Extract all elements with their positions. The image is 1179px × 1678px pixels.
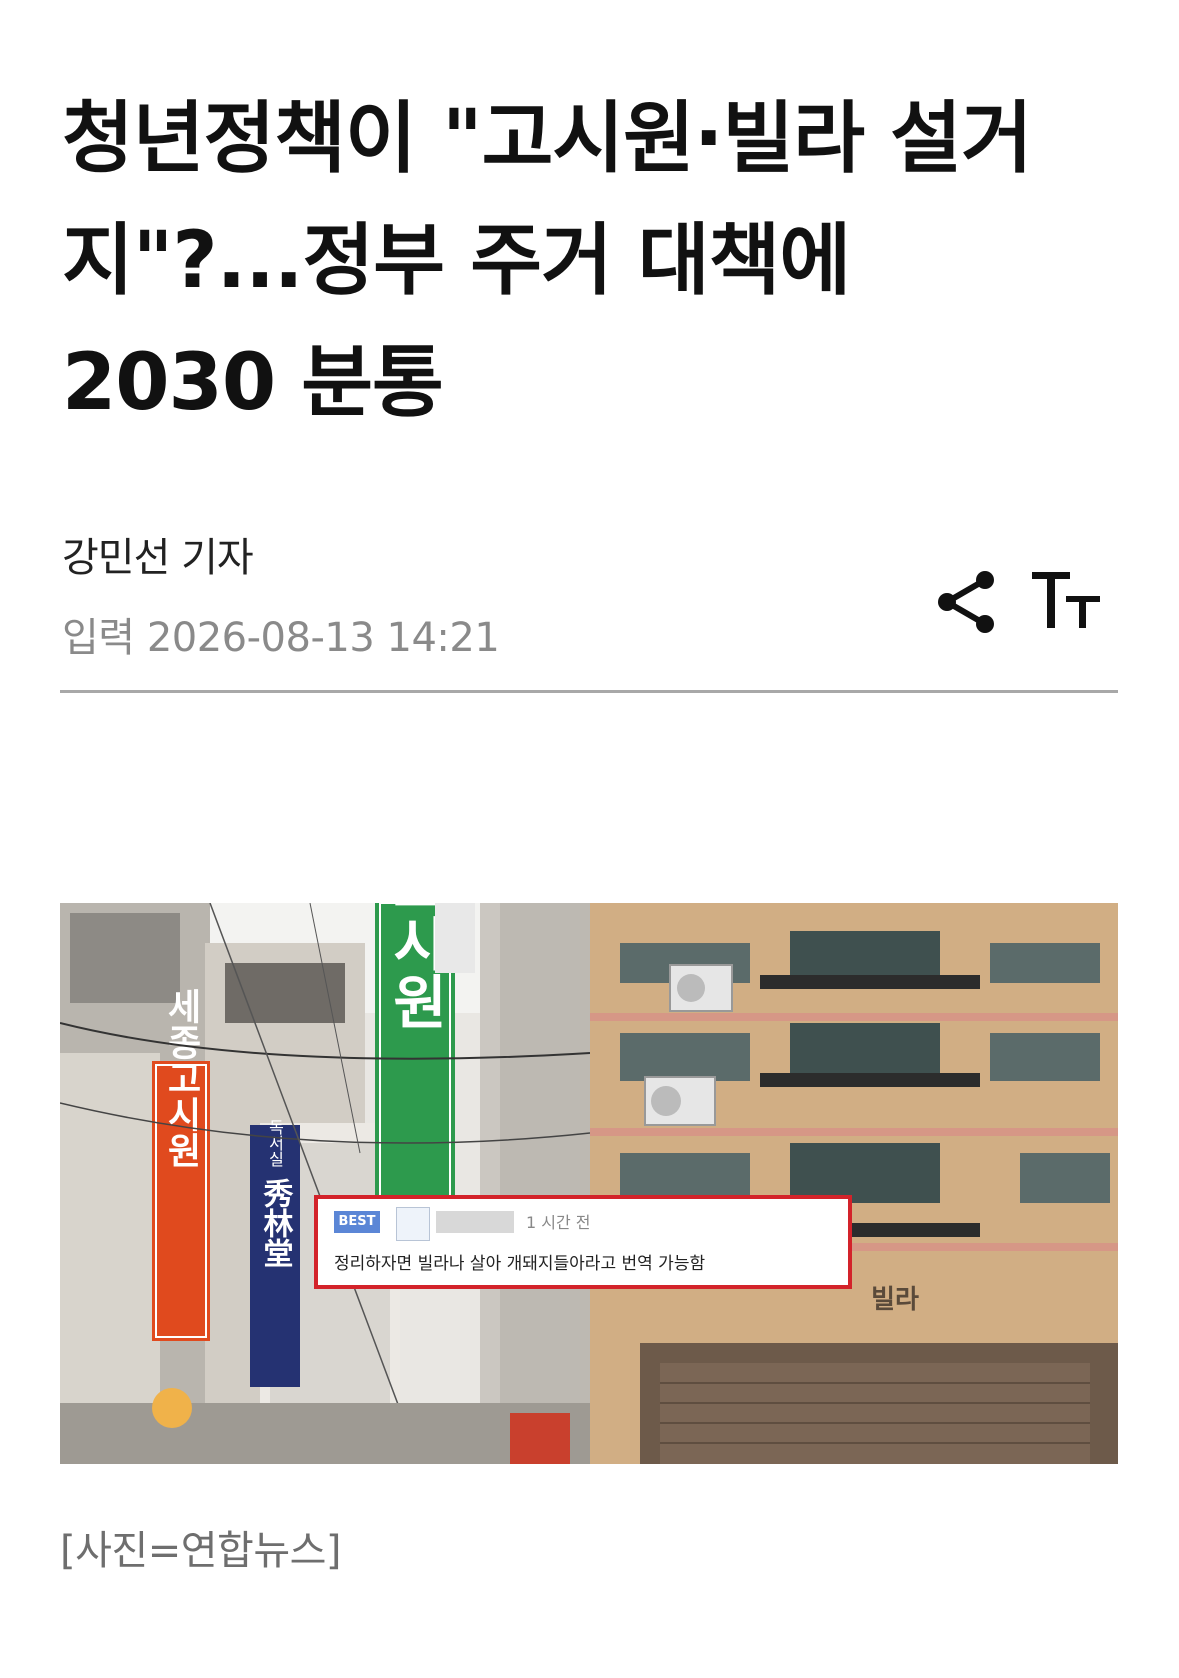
text-size-icon xyxy=(1032,572,1100,628)
share-button[interactable] xyxy=(935,566,999,638)
article-headline: 청년정책이 "고시원·빌라 설거 지"?...정부 주거 대책에 2030 분통 xyxy=(62,78,1122,444)
sign-hanja: 秀林堂 xyxy=(258,1178,295,1268)
headline-line-2: 지"?...정부 주거 대책에 xyxy=(62,216,851,306)
header-divider xyxy=(60,690,1118,693)
share-icon xyxy=(938,571,994,633)
published-date: 입력 2026-08-13 14:21 xyxy=(62,615,500,661)
avatar xyxy=(396,1207,430,1241)
sign-dokseosil: 독서실 xyxy=(266,1119,285,1167)
headline-line-1: 청년정책이 "고시원·빌라 설거 xyxy=(62,94,1033,184)
redacted-username xyxy=(436,1211,514,1233)
text-size-button[interactable] xyxy=(1030,566,1104,638)
comment-overlay: BEST 1 시간 전 정리하자면 빌라나 살아 개돼지들아라고 번역 가능함 xyxy=(314,1195,852,1289)
comment-text: 정리하자면 빌라나 살아 개돼지들아라고 번역 가능함 xyxy=(334,1254,706,1274)
sign-villa: 빌라 xyxy=(871,1285,919,1315)
reporter-byline: 강민선 기자 xyxy=(62,535,254,581)
sign-sejong: 세종고시원 xyxy=(161,988,202,1168)
comment-time: 1 시간 전 xyxy=(526,1213,591,1232)
headline-line-3: 2030 분통 xyxy=(62,338,444,428)
photo-caption: [사진=연합뉴스] xyxy=(60,1528,342,1574)
best-badge: BEST xyxy=(334,1211,380,1233)
article-photo: 세종고시원 독서실 秀林堂 고시원 빌라 BEST 1 시간 전 정리하자면 빌… xyxy=(60,903,1118,1464)
